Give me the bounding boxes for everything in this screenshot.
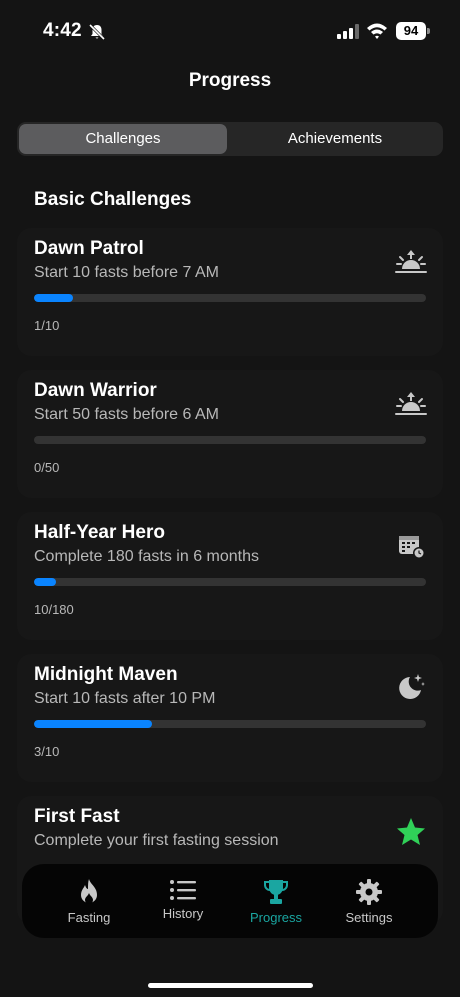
home-indicator bbox=[148, 983, 313, 988]
progress-fill bbox=[34, 578, 56, 586]
progress-fill bbox=[34, 720, 152, 728]
challenge-card[interactable]: Half-Year Hero Complete 180 fasts in 6 m… bbox=[17, 512, 443, 640]
page-title: Progress bbox=[188, 70, 272, 91]
battery-tip bbox=[427, 28, 430, 34]
bell-slash-icon bbox=[88, 23, 106, 41]
progress-track bbox=[34, 578, 426, 586]
challenge-description: Start 50 fasts before 6 AM bbox=[34, 406, 219, 423]
progress-track bbox=[34, 720, 426, 728]
tab-label: Settings bbox=[345, 910, 393, 925]
challenge-card[interactable]: Dawn Warrior Start 50 fasts before 6 AM … bbox=[17, 370, 443, 498]
tab-fasting[interactable]: Fasting bbox=[44, 872, 134, 932]
battery-indicator: 94 bbox=[396, 22, 426, 40]
challenge-card[interactable]: Dawn Patrol Start 10 fasts before 7 AM 1… bbox=[17, 228, 443, 356]
tab-history[interactable]: History bbox=[138, 872, 228, 932]
challenge-description: Complete 180 fasts in 6 months bbox=[34, 548, 260, 565]
challenge-count: 3/10 bbox=[34, 744, 60, 759]
tab-settings[interactable]: Settings bbox=[324, 872, 414, 932]
star-icon bbox=[397, 818, 425, 845]
challenge-title: Midnight Maven bbox=[34, 664, 178, 685]
trophy-icon bbox=[264, 880, 288, 904]
status-time: 4:42 bbox=[43, 20, 82, 41]
tab-achievements[interactable]: Achievements bbox=[229, 124, 441, 154]
tab-label: Progress bbox=[249, 910, 303, 925]
sunrise-icon bbox=[395, 250, 427, 273]
tab-challenges[interactable]: Challenges bbox=[19, 124, 227, 154]
progress-track bbox=[34, 294, 426, 302]
moon-stars-icon bbox=[399, 674, 425, 699]
tab-progress[interactable]: Progress bbox=[231, 872, 321, 932]
tab-bar: Fasting History Progress Settings bbox=[22, 864, 438, 938]
calendar-clock-icon bbox=[399, 536, 425, 559]
challenge-title: Half-Year Hero bbox=[34, 522, 165, 543]
flame-icon bbox=[81, 879, 97, 904]
challenge-count: 10/180 bbox=[34, 602, 74, 617]
sunrise-icon bbox=[395, 392, 427, 415]
section-title: Basic Challenges bbox=[34, 189, 192, 210]
list-icon bbox=[170, 880, 196, 900]
segmented-control: Challenges Achievements bbox=[17, 122, 443, 156]
challenge-count: 1/10 bbox=[34, 318, 60, 333]
status-bar: 4:42 94 bbox=[0, 0, 460, 62]
challenge-description: Start 10 fasts before 7 AM bbox=[34, 264, 219, 281]
challenge-title: Dawn Patrol bbox=[34, 238, 144, 259]
challenge-description: Complete your first fasting session bbox=[34, 832, 279, 849]
progress-fill bbox=[34, 294, 74, 302]
wifi-icon bbox=[367, 23, 387, 39]
tab-label: Fasting bbox=[67, 910, 111, 925]
gear-icon bbox=[356, 879, 382, 905]
progress-track bbox=[34, 436, 426, 444]
tab-label: History bbox=[162, 906, 204, 921]
challenge-card[interactable]: Midnight Maven Start 10 fasts after 10 P… bbox=[17, 654, 443, 782]
challenge-title: Dawn Warrior bbox=[34, 380, 157, 401]
challenge-description: Start 10 fasts after 10 PM bbox=[34, 690, 216, 707]
challenge-title: First Fast bbox=[34, 806, 120, 827]
cellular-signal-icon bbox=[337, 24, 359, 39]
challenge-count: 0/50 bbox=[34, 460, 60, 475]
